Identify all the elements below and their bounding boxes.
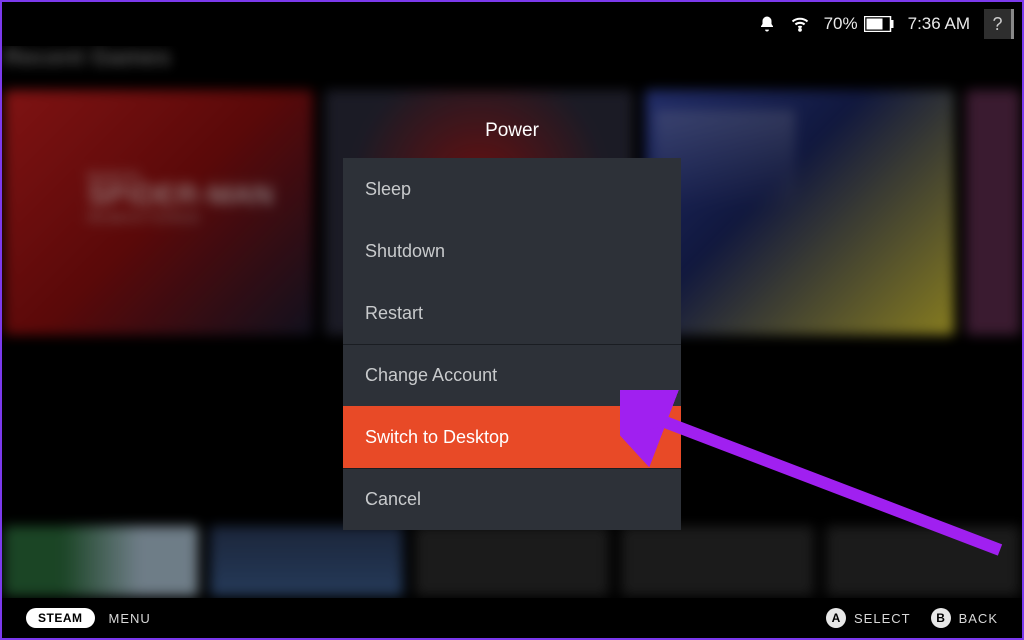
menu-label: MENU bbox=[109, 611, 151, 626]
power-menu-title: Power bbox=[343, 120, 681, 142]
power-item-switch-to-desktop[interactable]: Switch to Desktop bbox=[343, 406, 681, 468]
power-item-cancel[interactable]: Cancel bbox=[343, 468, 681, 530]
power-item-change-account[interactable]: Change Account bbox=[343, 344, 681, 406]
help-button[interactable]: ? bbox=[984, 9, 1014, 39]
clock-label: 7:36 AM bbox=[908, 14, 970, 34]
steam-button[interactable]: STEAM bbox=[26, 608, 95, 628]
battery-percent-label: 70% bbox=[824, 14, 858, 34]
gamepad-a-icon: A bbox=[826, 608, 846, 628]
button-hint-select: A SELECT bbox=[826, 608, 911, 628]
battery-status: 70% bbox=[824, 14, 894, 34]
power-item-shutdown[interactable]: Shutdown bbox=[343, 220, 681, 282]
hint-label: BACK bbox=[959, 611, 998, 626]
wifi-icon bbox=[790, 14, 810, 34]
notification-bell-icon[interactable] bbox=[758, 15, 776, 33]
power-item-sleep[interactable]: Sleep bbox=[343, 158, 681, 220]
battery-icon bbox=[864, 16, 894, 32]
power-menu: Power SleepShutdownRestartChange Account… bbox=[343, 120, 681, 530]
gamepad-b-icon: B bbox=[931, 608, 951, 628]
power-item-restart[interactable]: Restart bbox=[343, 282, 681, 344]
status-bar: 70% 7:36 AM ? bbox=[2, 2, 1022, 46]
hint-label: SELECT bbox=[854, 611, 911, 626]
button-hint-back: B BACK bbox=[931, 608, 998, 628]
footer-bar: STEAM MENU A SELECT B BACK bbox=[2, 598, 1022, 638]
